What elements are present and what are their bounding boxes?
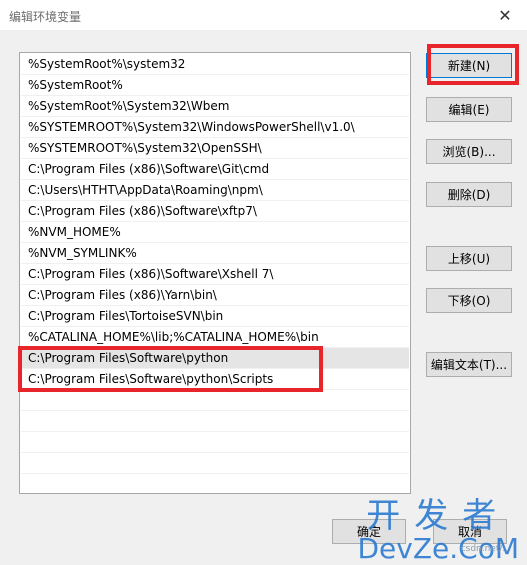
list-item[interactable]: %NVM_SYMLINK%: [21, 243, 409, 264]
edit-button[interactable]: 编辑(E): [426, 97, 512, 122]
list-item[interactable]: %SystemRoot%\System32\Wbem: [21, 96, 409, 117]
new-button[interactable]: 新建(N): [426, 53, 512, 78]
list-item[interactable]: C:\Program Files\Software\python\Scripts: [21, 369, 409, 390]
edit-text-button[interactable]: 编辑文本(T)...: [426, 352, 512, 377]
browse-button[interactable]: 浏览(B)...: [426, 139, 512, 164]
list-item[interactable]: C:\Program Files\TortoiseSVN\bin: [21, 306, 409, 327]
cancel-button[interactable]: 取消: [433, 519, 507, 544]
list-item[interactable]: %CATALINA_HOME%\lib;%CATALINA_HOME%\bin: [21, 327, 409, 348]
list-item[interactable]: C:\Program Files (x86)\Yarn\bin\: [21, 285, 409, 306]
list-item[interactable]: C:\Program Files\Software\python: [21, 348, 409, 369]
list-item[interactable]: %SYSTEMROOT%\System32\WindowsPowerShell\…: [21, 117, 409, 138]
empty-list-row[interactable]: [21, 453, 409, 474]
list-item[interactable]: C:\Program Files (x86)\Software\Xshell 7…: [21, 264, 409, 285]
window-title: 编辑环境变量: [9, 10, 82, 24]
ok-button[interactable]: 确定: [332, 519, 406, 544]
title-bar: 编辑环境变量 ✕: [0, 0, 527, 30]
move-down-button[interactable]: 下移(O): [426, 288, 512, 313]
list-item[interactable]: %NVM_HOME%: [21, 222, 409, 243]
list-item[interactable]: %SystemRoot%\system32: [21, 54, 409, 75]
close-icon[interactable]: ✕: [483, 0, 527, 30]
delete-button[interactable]: 删除(D): [426, 182, 512, 207]
empty-list-row[interactable]: [21, 432, 409, 453]
list-item[interactable]: C:\Program Files (x86)\Software\xftp7\: [21, 201, 409, 222]
empty-list-row[interactable]: [21, 411, 409, 432]
move-up-button[interactable]: 上移(U): [426, 246, 512, 271]
empty-list-row[interactable]: [21, 474, 409, 495]
list-item[interactable]: %SYSTEMROOT%\System32\OpenSSH\: [21, 138, 409, 159]
list-item[interactable]: C:\Program Files (x86)\Software\Git\cmd: [21, 159, 409, 180]
watermark-url: csdn.net/...: [460, 544, 511, 554]
empty-list-row[interactable]: [21, 390, 409, 411]
path-listbox[interactable]: %SystemRoot%\system32 %SystemRoot% %System…: [19, 52, 411, 495]
list-item[interactable]: %SystemRoot%: [21, 75, 409, 96]
list-item[interactable]: C:\Users\HTHT\AppData\Roaming\npm\: [21, 180, 409, 201]
